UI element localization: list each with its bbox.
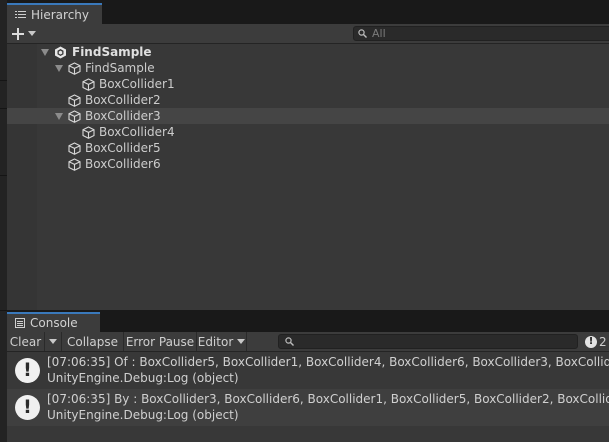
cube-icon (68, 141, 81, 155)
clear-options-dropdown[interactable] (45, 332, 62, 351)
search-icon (358, 29, 367, 38)
cube-icon (68, 61, 81, 75)
console-icon (15, 318, 25, 328)
tree-item-scene[interactable]: FindSample (7, 44, 609, 60)
error-pause-button[interactable]: Error Pause (124, 332, 197, 351)
error-badge-icon: ! (585, 335, 597, 348)
plus-icon (12, 27, 24, 40)
chevron-down-icon (28, 31, 36, 36)
search-icon (285, 337, 294, 346)
log-message: [07:06:35] By : BoxCollider3, BoxCollide… (47, 392, 609, 406)
error-count: 2 (599, 334, 607, 349)
tree-item-label: BoxCollider6 (85, 157, 161, 171)
clear-button[interactable]: Clear (7, 332, 45, 351)
editor-dropdown[interactable]: Editor (197, 332, 247, 351)
hierarchy-search-input[interactable]: All (353, 26, 609, 41)
cube-icon (82, 125, 95, 139)
console-tab[interactable]: Console (7, 312, 100, 332)
search-placeholder: All (372, 27, 386, 40)
console-search-input[interactable] (278, 334, 578, 349)
tree-item-label: BoxCollider5 (85, 141, 161, 155)
tree-item[interactable]: BoxCollider5 (7, 140, 609, 156)
tree-item-highlighted[interactable]: BoxCollider3 (7, 108, 609, 124)
log-entry[interactable]: ! [07:06:35] Of : BoxCollider5, BoxColli… (7, 352, 609, 389)
hierarchy-list-icon (15, 10, 26, 19)
cube-icon (68, 93, 81, 107)
foldout-expanded-icon[interactable] (41, 48, 49, 56)
left-panel-edge (0, 0, 7, 442)
tree-item[interactable]: BoxCollider1 (7, 76, 609, 92)
cube-icon (68, 109, 81, 123)
hierarchy-tab-label: Hierarchy (31, 7, 90, 22)
hierarchy-tab[interactable]: Hierarchy (7, 3, 102, 24)
cube-icon (82, 77, 95, 91)
tree-item-label: BoxCollider3 (85, 109, 161, 123)
tree-item-label: BoxCollider2 (85, 93, 161, 107)
create-dropdown-button[interactable] (12, 26, 42, 41)
log-message: [07:06:35] Of : BoxCollider5, BoxCollide… (47, 355, 609, 369)
log-stacktrace: UnityEngine.Debug:Log (object) (47, 371, 239, 385)
cube-icon (68, 157, 81, 171)
error-count-toggle[interactable]: ! 2 (585, 332, 609, 351)
tree-item[interactable]: BoxCollider2 (7, 92, 609, 108)
tree-item-label: BoxCollider1 (99, 77, 175, 91)
warning-icon: ! (15, 358, 40, 383)
tree-item-label: FindSample (85, 61, 155, 75)
warning-icon: ! (15, 395, 40, 420)
chevron-down-icon (237, 339, 246, 344)
log-stacktrace: UnityEngine.Debug:Log (object) (47, 408, 239, 422)
foldout-expanded-icon[interactable] (55, 112, 63, 120)
console-toolbar: Clear Collapse Error Pause Editor ! 2 (7, 332, 609, 352)
tree-item[interactable]: BoxCollider4 (7, 124, 609, 140)
log-entry[interactable]: ! [07:06:35] By : BoxCollider3, BoxColli… (7, 389, 609, 426)
tree-item[interactable]: BoxCollider6 (7, 156, 609, 172)
console-log-list: ! [07:06:35] Of : BoxCollider5, BoxColli… (7, 352, 609, 442)
chevron-down-icon (49, 339, 57, 344)
hierarchy-toolbar: All (7, 24, 609, 44)
editor-dropdown-label: Editor (197, 334, 234, 349)
unity-scene-icon (55, 46, 66, 58)
tree-item-label: BoxCollider4 (99, 125, 175, 139)
console-tab-label: Console (30, 316, 78, 330)
hierarchy-tree: FindSample FindSample BoxCollider1 BoxCo… (7, 44, 609, 310)
collapse-button[interactable]: Collapse (62, 332, 124, 351)
tree-item[interactable]: FindSample (7, 60, 609, 76)
foldout-expanded-icon[interactable] (55, 64, 63, 72)
tree-item-label: FindSample (72, 45, 152, 59)
